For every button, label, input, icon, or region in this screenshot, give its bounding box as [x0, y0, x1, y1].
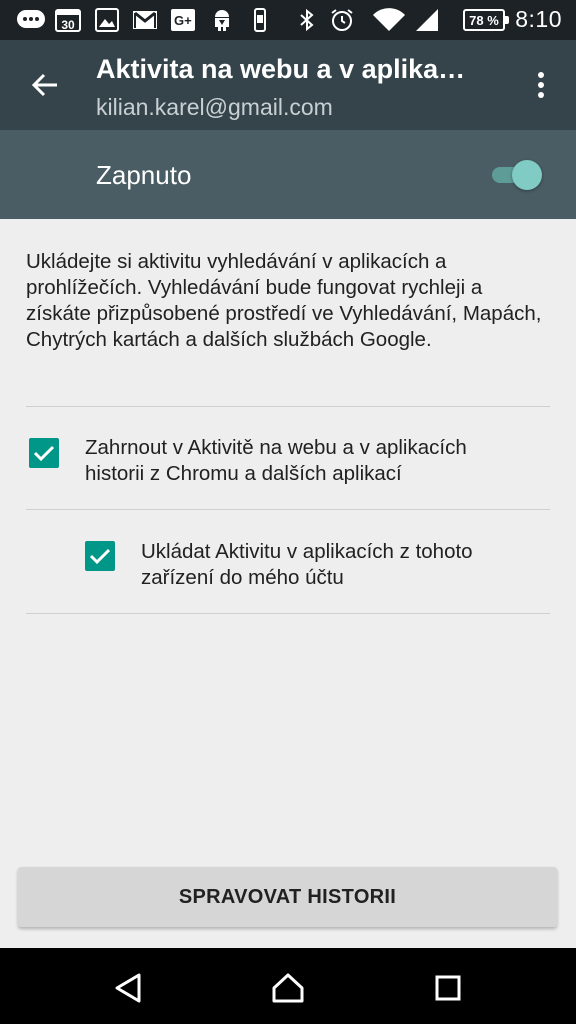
nav-back-button[interactable] [106, 966, 150, 1010]
calendar-day: 30 [61, 18, 75, 32]
option-label: Zahrnout v Aktivitě na webu a v aplikací… [85, 436, 467, 485]
alarm-icon [329, 8, 355, 32]
page-title: Aktivita na webu a v aplika… [96, 54, 466, 84]
more-options-button[interactable] [524, 64, 558, 106]
recents-icon [435, 975, 461, 1001]
home-icon [272, 973, 304, 1003]
activity-description: Ukládejte si aktivitu vyhledávání v apli… [26, 250, 542, 351]
google-plus-icon: G+ [170, 8, 196, 32]
nav-recents-button[interactable] [426, 966, 470, 1010]
switch-thumb [512, 160, 542, 190]
system-navigation-bar [0, 948, 576, 1024]
status-bar: 30 G+ 78 % 8:10 [0, 0, 576, 40]
android-download-icon [210, 8, 234, 32]
battery-icon: 78 % [463, 9, 509, 31]
option-label: Ukládat Aktivitu v aplikacích z tohoto z… [141, 540, 473, 589]
check-icon [33, 445, 55, 462]
checkbox-checked[interactable] [85, 541, 115, 571]
manage-history-button[interactable]: SPRAVOVAT HISTORII [18, 867, 557, 927]
gmail-icon [132, 8, 158, 32]
clock: 8:10 [515, 6, 562, 32]
device-update-icon [250, 8, 270, 32]
back-button[interactable] [22, 62, 68, 108]
wifi-icon [372, 8, 406, 32]
svg-text:G+: G+ [174, 13, 192, 28]
master-toggle-row[interactable]: Zapnuto [0, 130, 576, 219]
bluetooth-icon [298, 8, 316, 32]
divider [26, 613, 550, 614]
nav-home-button[interactable] [266, 966, 310, 1010]
option-chrome-history[interactable]: Zahrnout v Aktivitě na webu a v aplikací… [0, 407, 576, 509]
gallery-icon [95, 8, 119, 32]
arrow-back-icon [31, 73, 57, 97]
more-vert-icon [538, 72, 544, 98]
checkbox-checked[interactable] [29, 438, 59, 468]
settings-content: Ukládejte si aktivitu vyhledávání v apli… [0, 219, 576, 948]
check-icon [89, 548, 111, 565]
option-device-activity[interactable]: Ukládat Aktivitu v aplikacích z tohoto z… [0, 510, 576, 613]
activity-switch[interactable] [486, 158, 546, 192]
app-bar: Aktivita na webu a v aplika… kilian.kare… [0, 40, 576, 130]
toggle-label: Zapnuto [96, 160, 192, 190]
messages-icon [16, 8, 46, 32]
back-triangle-icon [115, 973, 141, 1003]
cellular-signal-icon [414, 8, 440, 32]
account-email: kilian.karel@gmail.com [96, 94, 333, 120]
